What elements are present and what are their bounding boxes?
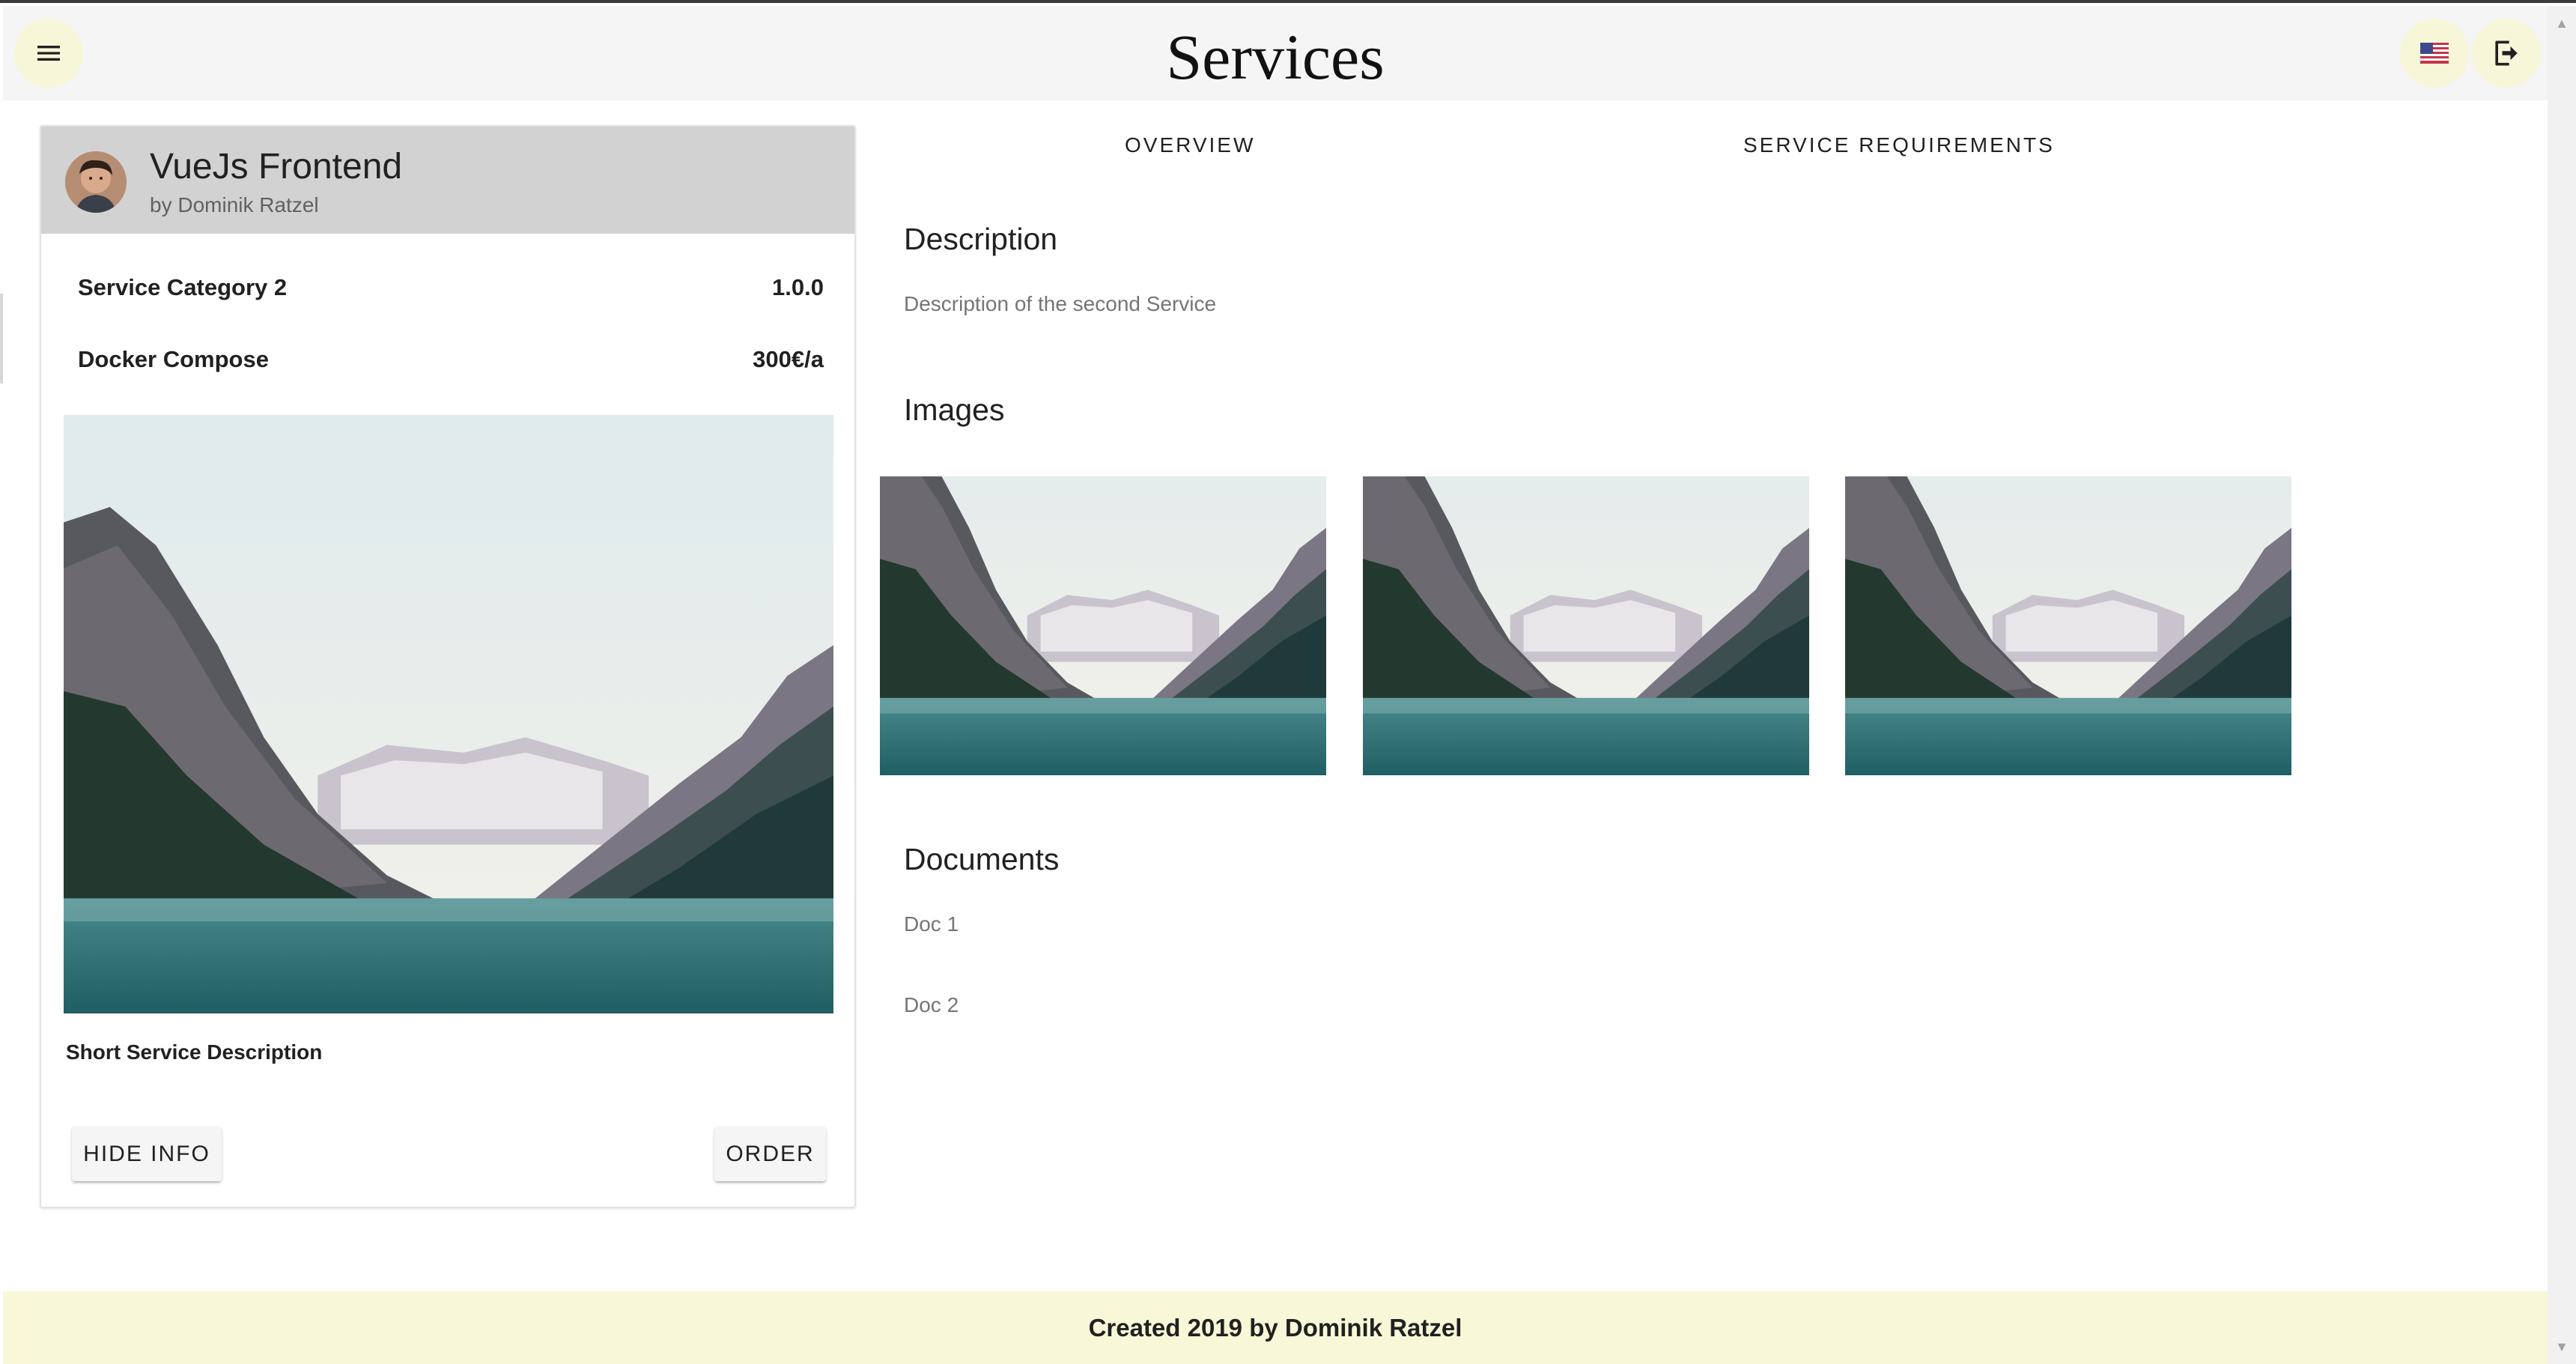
logout-icon [2495, 40, 2518, 66]
page-title: Services [1166, 21, 1385, 93]
service-deployment: Docker Compose [78, 346, 269, 372]
service-price: 300€/a [753, 346, 824, 372]
service-title: VueJs Frontend [150, 147, 403, 187]
description-text: Description of the second Service [904, 292, 1217, 315]
gallery-image[interactable] [1845, 476, 2291, 775]
images-heading: Images [904, 392, 1005, 427]
info-row-category: Service Category 2 1.0.0 [78, 274, 824, 301]
side-drawer-handle[interactable] [0, 294, 3, 384]
tab-overview[interactable]: OVERVIEW [1125, 133, 1255, 157]
logout-button[interactable] [2472, 19, 2541, 88]
us-flag-icon [2420, 43, 2449, 64]
short-description: Short Service Description [66, 1040, 323, 1064]
service-category: Service Category 2 [78, 274, 288, 300]
footer: Created 2019 by Dominik Ratzel [3, 1291, 2548, 1364]
card-header: VueJs Frontend by Dominik Ratzel [41, 127, 854, 234]
avatar [65, 151, 127, 213]
service-card: VueJs Frontend by Dominik Ratzel Service… [40, 125, 856, 1208]
document-link[interactable]: Doc 2 [904, 993, 959, 1017]
scroll-up-icon[interactable]: ▲ [2548, 12, 2576, 34]
document-link[interactable]: Doc 1 [904, 912, 959, 936]
tab-service-requirements[interactable]: SERVICE REQUIREMENTS [1743, 133, 2055, 157]
footer-text: Created 2019 by Dominik Ratzel [1088, 1313, 1462, 1342]
info-row-deployment: Docker Compose 300€/a [78, 346, 824, 373]
gallery-image[interactable] [1363, 476, 1809, 775]
app-bar: Services [3, 6, 2548, 100]
hide-info-button[interactable]: HIDE INFO [72, 1127, 222, 1181]
service-main-image [64, 415, 833, 1013]
description-heading: Description [904, 222, 1058, 256]
language-button[interactable] [2400, 19, 2469, 88]
browser-viewport: Services VueJs Frontend by Dominik Ratze… [0, 0, 2576, 1364]
documents-heading: Documents [904, 842, 1060, 876]
order-button[interactable]: ORDER [714, 1127, 826, 1181]
service-author: by Dominik Ratzel [150, 193, 319, 216]
service-version: 1.0.0 [772, 274, 824, 300]
scroll-down-icon[interactable]: ▼ [2548, 1336, 2576, 1358]
gallery-image[interactable] [880, 476, 1326, 775]
vertical-scrollbar[interactable]: ▲ ▼ [2548, 6, 2576, 1364]
